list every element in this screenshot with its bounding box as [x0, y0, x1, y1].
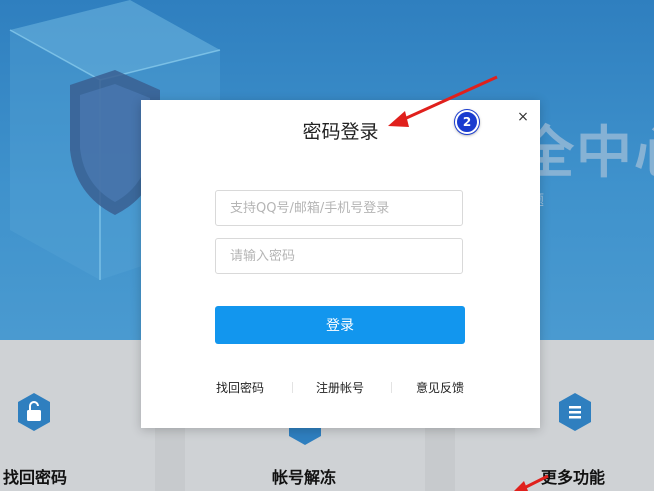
menu-icon	[559, 393, 591, 431]
dialog-title: 密码登录	[302, 121, 379, 143]
login-dialog: 密码登录 × 登录 找回密码 注册帐号 意见反馈	[141, 100, 540, 428]
forgot-password-link[interactable]: 找回密码	[216, 379, 264, 396]
feedback-link[interactable]: 意见反馈	[416, 379, 464, 396]
feature-label-unfreeze: 帐号解冻	[272, 468, 337, 487]
step-number-badge: 2	[455, 110, 479, 134]
feature-label-more: 更多功能	[541, 468, 606, 487]
unlock-icon	[18, 393, 50, 431]
account-input[interactable]	[215, 190, 463, 226]
feature-card-recover[interactable]: 找回密码	[0, 340, 155, 491]
feature-label-recover: 找回密码	[3, 468, 68, 487]
link-divider	[391, 382, 392, 393]
close-icon[interactable]: ×	[514, 108, 532, 126]
link-divider	[292, 382, 293, 393]
register-link[interactable]: 注册帐号	[316, 379, 364, 396]
password-input[interactable]	[215, 238, 463, 274]
login-button[interactable]: 登录	[215, 306, 465, 344]
